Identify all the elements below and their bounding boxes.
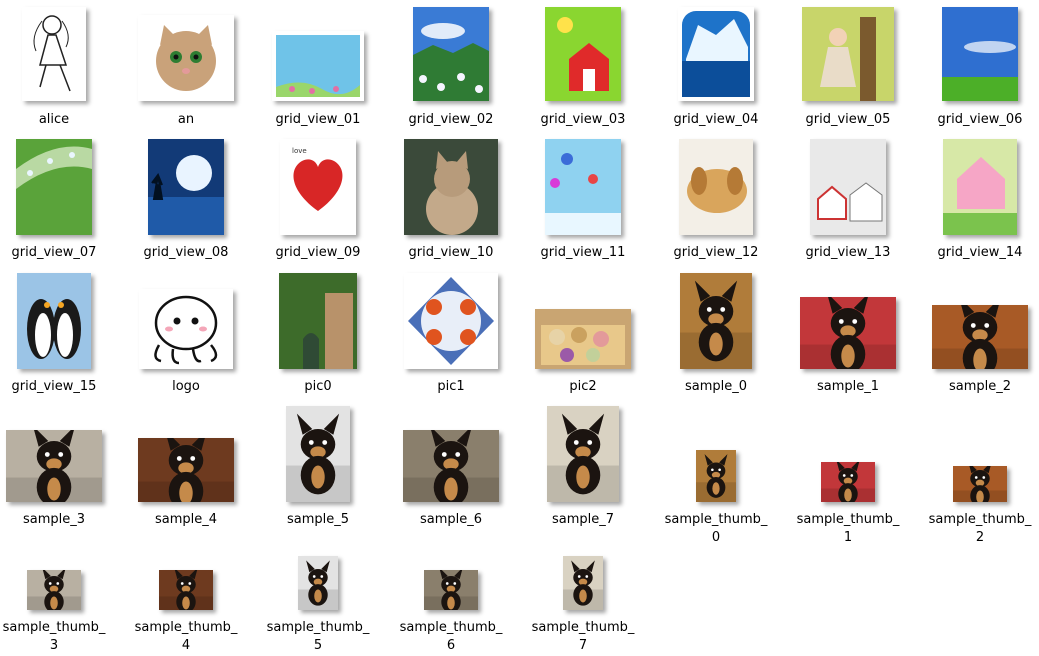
chihuahua-icon: [403, 430, 499, 502]
chihuahua-icon: [138, 438, 234, 502]
file-name-label: sample_3: [22, 512, 86, 527]
file-name-label: sample_7: [551, 512, 615, 527]
file-name-label: sample_thumb_ 1: [796, 512, 900, 545]
blue-card-icon: [272, 31, 364, 101]
file-name-label: grid_view_09: [275, 245, 361, 260]
file-name-label: sample_thumb_ 4: [134, 620, 238, 653]
file-name-label: sample_0: [684, 379, 748, 394]
file-name-label: grid_view_07: [11, 245, 97, 260]
file-name-label: grid_view_03: [540, 112, 626, 127]
penguins-icon: [17, 273, 91, 369]
file-name-label: pic2: [569, 379, 597, 394]
file-name-label: grid_view_01: [275, 112, 361, 127]
file-name-label: sample_thumb_ 5: [266, 620, 370, 653]
file-name-label: sample_1: [816, 379, 880, 394]
file-name-label: grid_view_15: [11, 379, 97, 394]
file-name-label: grid_view_04: [673, 112, 759, 127]
chihuahua-icon: [298, 556, 338, 610]
night-moon-icon: [148, 139, 224, 235]
file-name-label: sample_4: [154, 512, 218, 527]
file-name-label: sample_6: [419, 512, 483, 527]
file-name-label: grid_view_02: [408, 112, 494, 127]
file-name-label: grid_view_05: [805, 112, 891, 127]
file-name-label: grid_view_13: [805, 245, 891, 260]
cat-face-icon: [138, 15, 234, 101]
chihuahua-icon: [159, 570, 213, 610]
file-name-label: sample_5: [286, 512, 350, 527]
chihuahua-icon: [424, 570, 478, 610]
chihuahua-icon: [6, 430, 102, 502]
file-name-label: grid_view_12: [673, 245, 759, 260]
chihuahua-icon: [286, 406, 350, 502]
leaf-droplets-icon: [16, 139, 92, 235]
file-name-label: an: [177, 112, 195, 127]
file-name-label: sample_thumb_ 2: [928, 512, 1032, 545]
chihuahua-icon: [27, 570, 81, 610]
file-name-label: sample_2: [948, 379, 1012, 394]
file-name-label: alice: [38, 112, 70, 127]
chihuahua-icon: [696, 450, 736, 502]
chihuahua-icon: [953, 466, 1007, 502]
chihuahua-icon: [932, 305, 1028, 369]
file-name-label: pic1: [437, 379, 465, 394]
chihuahua-icon: [821, 462, 875, 502]
file-name-label: sample_thumb_ 7: [531, 620, 635, 653]
heart-card-icon: love: [280, 139, 356, 235]
girl-tree-icon: [802, 7, 894, 101]
file-name-label: grid_view_14: [937, 245, 1023, 260]
crabs-plate-icon: [404, 273, 498, 369]
meadow-flowers-icon: [413, 7, 489, 101]
pastries-icon: [535, 309, 631, 369]
file-name-label: logo: [172, 379, 200, 394]
pink-house-icon: [943, 139, 1017, 235]
svg-text:love: love: [292, 147, 307, 155]
balloons-icon: [545, 139, 621, 235]
file-name-label: grid_view_08: [143, 245, 229, 260]
chihuahua-icon: [680, 273, 752, 369]
file-icon-grid: alice an grid_view_01 grid_view_02 grid_…: [0, 0, 1039, 656]
girl-drawing-icon: [22, 7, 86, 101]
file-name-label: sample_thumb_ 6: [399, 620, 503, 653]
ivy-building-icon: [279, 273, 357, 369]
chihuahua-icon: [563, 556, 603, 610]
chihuahua-icon: [800, 297, 896, 369]
file-name-label: pic0: [304, 379, 332, 394]
file-name-label: grid_view_11: [540, 245, 626, 260]
iceberg-icon: [678, 7, 754, 101]
file-name-label: grid_view_10: [408, 245, 494, 260]
octopus-logo-icon: [139, 289, 233, 369]
file-name-label: sample_thumb_ 0: [664, 512, 768, 545]
green-house-icon: [545, 7, 621, 101]
chihuahua-icon: [547, 406, 619, 502]
puppy-icon: [679, 139, 753, 235]
kitten-icon: [404, 139, 498, 235]
file-name-label: grid_view_06: [937, 112, 1023, 127]
file-name-label: sample_thumb_ 3: [2, 620, 106, 653]
cartoon-houses-icon: [810, 139, 886, 235]
blue-sky-grass-icon: [942, 7, 1018, 101]
